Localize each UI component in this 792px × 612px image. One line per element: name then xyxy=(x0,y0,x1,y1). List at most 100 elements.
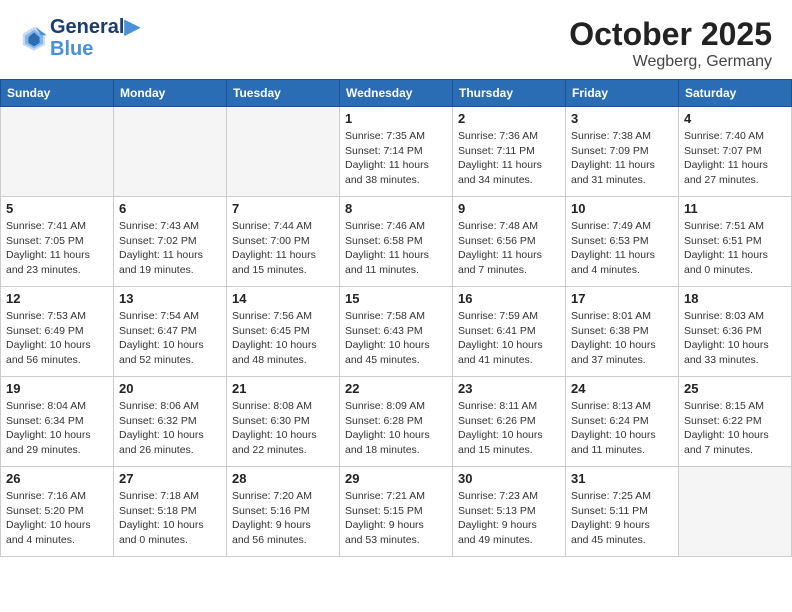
day-cell-20: 20 Sunrise: 8:06 AM Sunset: 6:32 PM Dayli… xyxy=(114,377,227,467)
day-number: 12 xyxy=(6,291,108,306)
week-row-5: 26 Sunrise: 7:16 AM Sunset: 5:20 PM Dayli… xyxy=(1,467,792,557)
day-number: 2 xyxy=(458,111,560,126)
day-number: 5 xyxy=(6,201,108,216)
day-cell-10: 10 Sunrise: 7:49 AM Sunset: 6:53 PM Dayli… xyxy=(566,197,679,287)
day-number: 15 xyxy=(345,291,447,306)
location: Wegberg, Germany xyxy=(569,53,772,71)
day-info: Sunrise: 7:25 AM Sunset: 5:11 PM Dayligh… xyxy=(571,489,673,548)
day-info: Sunrise: 8:13 AM Sunset: 6:24 PM Dayligh… xyxy=(571,399,673,458)
day-number: 7 xyxy=(232,201,334,216)
day-info: Sunrise: 7:18 AM Sunset: 5:18 PM Dayligh… xyxy=(119,489,221,548)
day-cell-18: 18 Sunrise: 8:03 AM Sunset: 6:36 PM Dayli… xyxy=(679,287,792,377)
logo-name-line2: Blue xyxy=(50,38,140,60)
day-info: Sunrise: 7:59 AM Sunset: 6:41 PM Dayligh… xyxy=(458,309,560,368)
day-number: 1 xyxy=(345,111,447,126)
day-info: Sunrise: 7:48 AM Sunset: 6:56 PM Dayligh… xyxy=(458,219,560,278)
day-number: 4 xyxy=(684,111,786,126)
day-number: 3 xyxy=(571,111,673,126)
weekday-header-saturday: Saturday xyxy=(679,80,792,107)
day-info: Sunrise: 7:53 AM Sunset: 6:49 PM Dayligh… xyxy=(6,309,108,368)
day-cell-21: 21 Sunrise: 8:08 AM Sunset: 6:30 PM Dayli… xyxy=(227,377,340,467)
day-number: 17 xyxy=(571,291,673,306)
month-title: October 2025 xyxy=(569,16,772,53)
day-cell-15: 15 Sunrise: 7:58 AM Sunset: 6:43 PM Dayli… xyxy=(340,287,453,377)
day-cell-3: 3 Sunrise: 7:38 AM Sunset: 7:09 PM Daylig… xyxy=(566,107,679,197)
day-number: 31 xyxy=(571,471,673,486)
day-info: Sunrise: 7:43 AM Sunset: 7:02 PM Dayligh… xyxy=(119,219,221,278)
day-number: 13 xyxy=(119,291,221,306)
weekday-header-sunday: Sunday xyxy=(1,80,114,107)
weekday-header-thursday: Thursday xyxy=(453,80,566,107)
day-number: 21 xyxy=(232,381,334,396)
day-number: 27 xyxy=(119,471,221,486)
day-cell-25: 25Sunrise: 8:15 AM Sunset: 6:22 PM Dayli… xyxy=(679,377,792,467)
day-cell-13: 13 Sunrise: 7:54 AM Sunset: 6:47 PM Dayli… xyxy=(114,287,227,377)
day-info: Sunrise: 8:06 AM Sunset: 6:32 PM Dayligh… xyxy=(119,399,221,458)
logo: General▶ Blue xyxy=(20,16,140,60)
week-row-2: 5 Sunrise: 7:41 AM Sunset: 7:05 PM Daylig… xyxy=(1,197,792,287)
day-cell-14: 14Sunrise: 7:56 AM Sunset: 6:45 PM Dayli… xyxy=(227,287,340,377)
calendar-table: SundayMondayTuesdayWednesdayThursdayFrid… xyxy=(0,79,792,557)
day-info: Sunrise: 8:04 AM Sunset: 6:34 PM Dayligh… xyxy=(6,399,108,458)
day-cell-28: 28Sunrise: 7:20 AM Sunset: 5:16 PM Dayli… xyxy=(227,467,340,557)
empty-cell xyxy=(679,467,792,557)
day-number: 6 xyxy=(119,201,221,216)
day-cell-8: 8Sunrise: 7:46 AM Sunset: 6:58 PM Daylig… xyxy=(340,197,453,287)
weekday-header-wednesday: Wednesday xyxy=(340,80,453,107)
day-cell-23: 23 Sunrise: 8:11 AM Sunset: 6:26 PM Dayli… xyxy=(453,377,566,467)
day-number: 23 xyxy=(458,381,560,396)
day-number: 29 xyxy=(345,471,447,486)
title-block: October 2025 Wegberg, Germany xyxy=(569,16,772,71)
day-number: 16 xyxy=(458,291,560,306)
day-info: Sunrise: 7:40 AM Sunset: 7:07 PM Dayligh… xyxy=(684,129,786,188)
day-info: Sunrise: 7:51 AM Sunset: 6:51 PM Dayligh… xyxy=(684,219,786,278)
day-info: Sunrise: 7:23 AM Sunset: 5:13 PM Dayligh… xyxy=(458,489,560,548)
day-number: 10 xyxy=(571,201,673,216)
day-cell-29: 29Sunrise: 7:21 AM Sunset: 5:15 PM Dayli… xyxy=(340,467,453,557)
day-number: 9 xyxy=(458,201,560,216)
header: General▶ Blue October 2025 Wegberg, Germ… xyxy=(0,0,792,79)
day-number: 26 xyxy=(6,471,108,486)
day-info: Sunrise: 7:35 AM Sunset: 7:14 PM Dayligh… xyxy=(345,129,447,188)
logo-icon xyxy=(20,24,48,52)
day-cell-27: 27 Sunrise: 7:18 AM Sunset: 5:18 PM Dayli… xyxy=(114,467,227,557)
day-cell-4: 4 Sunrise: 7:40 AM Sunset: 7:07 PM Daylig… xyxy=(679,107,792,197)
day-info: Sunrise: 7:44 AM Sunset: 7:00 PM Dayligh… xyxy=(232,219,334,278)
weekday-header-tuesday: Tuesday xyxy=(227,80,340,107)
day-cell-1: 1 Sunrise: 7:35 AM Sunset: 7:14 PM Daylig… xyxy=(340,107,453,197)
day-info: Sunrise: 8:03 AM Sunset: 6:36 PM Dayligh… xyxy=(684,309,786,368)
day-info: Sunrise: 8:09 AM Sunset: 6:28 PM Dayligh… xyxy=(345,399,447,458)
day-cell-5: 5 Sunrise: 7:41 AM Sunset: 7:05 PM Daylig… xyxy=(1,197,114,287)
week-row-3: 12 Sunrise: 7:53 AM Sunset: 6:49 PM Dayli… xyxy=(1,287,792,377)
day-number: 14 xyxy=(232,291,334,306)
weekday-header-friday: Friday xyxy=(566,80,679,107)
day-info: Sunrise: 8:15 AM Sunset: 6:22 PM Dayligh… xyxy=(684,399,786,458)
weekday-header-monday: Monday xyxy=(114,80,227,107)
day-cell-31: 31 Sunrise: 7:25 AM Sunset: 5:11 PM Dayli… xyxy=(566,467,679,557)
day-number: 8 xyxy=(345,201,447,216)
day-info: Sunrise: 7:16 AM Sunset: 5:20 PM Dayligh… xyxy=(6,489,108,548)
day-cell-17: 17Sunrise: 8:01 AM Sunset: 6:38 PM Dayli… xyxy=(566,287,679,377)
day-info: Sunrise: 7:54 AM Sunset: 6:47 PM Dayligh… xyxy=(119,309,221,368)
week-row-1: 1 Sunrise: 7:35 AM Sunset: 7:14 PM Daylig… xyxy=(1,107,792,197)
day-info: Sunrise: 7:49 AM Sunset: 6:53 PM Dayligh… xyxy=(571,219,673,278)
logo-name-line1: General▶ xyxy=(50,16,140,38)
day-info: Sunrise: 7:20 AM Sunset: 5:16 PM Dayligh… xyxy=(232,489,334,548)
day-cell-16: 16 Sunrise: 7:59 AM Sunset: 6:41 PM Dayli… xyxy=(453,287,566,377)
day-cell-9: 9 Sunrise: 7:48 AM Sunset: 6:56 PM Daylig… xyxy=(453,197,566,287)
day-info: Sunrise: 7:58 AM Sunset: 6:43 PM Dayligh… xyxy=(345,309,447,368)
day-cell-6: 6 Sunrise: 7:43 AM Sunset: 7:02 PM Daylig… xyxy=(114,197,227,287)
day-info: Sunrise: 8:11 AM Sunset: 6:26 PM Dayligh… xyxy=(458,399,560,458)
day-number: 22 xyxy=(345,381,447,396)
weekday-header-row: SundayMondayTuesdayWednesdayThursdayFrid… xyxy=(1,80,792,107)
day-number: 30 xyxy=(458,471,560,486)
day-number: 18 xyxy=(684,291,786,306)
day-info: Sunrise: 8:08 AM Sunset: 6:30 PM Dayligh… xyxy=(232,399,334,458)
day-info: Sunrise: 7:38 AM Sunset: 7:09 PM Dayligh… xyxy=(571,129,673,188)
day-number: 20 xyxy=(119,381,221,396)
day-cell-12: 12 Sunrise: 7:53 AM Sunset: 6:49 PM Dayli… xyxy=(1,287,114,377)
day-cell-7: 7 Sunrise: 7:44 AM Sunset: 7:00 PM Daylig… xyxy=(227,197,340,287)
day-cell-2: 2Sunrise: 7:36 AM Sunset: 7:11 PM Daylig… xyxy=(453,107,566,197)
day-info: Sunrise: 7:41 AM Sunset: 7:05 PM Dayligh… xyxy=(6,219,108,278)
day-cell-22: 22 Sunrise: 8:09 AM Sunset: 6:28 PM Dayli… xyxy=(340,377,453,467)
